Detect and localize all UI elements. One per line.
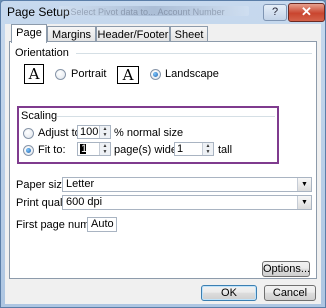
fit-to-wide-value: 1: [81, 143, 88, 155]
fit-to-wide-spin-buttons[interactable]: ▲ ▼: [99, 143, 110, 155]
print-quality-value: 600 dpi: [66, 196, 103, 208]
help-button[interactable]: ?: [263, 4, 287, 21]
portrait-label[interactable]: Portrait: [71, 68, 106, 80]
first-page-number-input[interactable]: Auto: [87, 217, 117, 232]
orientation-divider: [76, 53, 312, 54]
adjust-to-suffix: % normal size: [114, 127, 184, 139]
spin-down-icon[interactable]: ▼: [203, 149, 213, 155]
first-page-number-value: Auto: [91, 218, 114, 230]
chevron-down-icon[interactable]: ▼: [297, 178, 311, 191]
cancel-button[interactable]: Cancel: [264, 285, 316, 301]
adjust-to-value: 100: [80, 126, 99, 138]
ok-button[interactable]: OK: [201, 285, 257, 301]
adjust-to-spin-buttons[interactable]: ▲ ▼: [99, 126, 110, 138]
fit-to-tall-spinner[interactable]: 1 ▲ ▼: [174, 142, 214, 156]
page-setup-dialog: Page Setup ...Select Pivot data to... Ac…: [0, 0, 326, 308]
title-bar[interactable]: Page Setup ...Select Pivot data to... Ac…: [1, 1, 325, 23]
scaling-divider: [57, 116, 275, 117]
fit-to-tall-value: 1: [177, 143, 184, 155]
scaling-heading: Scaling: [21, 110, 58, 122]
fit-to-radio[interactable]: [23, 145, 34, 156]
fit-to-radio-dot: [26, 148, 31, 153]
tall-label: tall: [218, 144, 233, 156]
orientation-heading: Orientation: [15, 47, 69, 59]
page-tab-panel: Orientation A Portrait A Landscape Scali…: [9, 41, 317, 279]
tab-page[interactable]: Page: [11, 24, 47, 43]
tab-sheet[interactable]: Sheet: [170, 26, 208, 42]
spin-down-icon[interactable]: ▼: [100, 132, 110, 138]
portrait-glyph-icon: A: [24, 64, 44, 84]
spin-down-icon[interactable]: ▼: [100, 149, 110, 155]
landscape-glyph-icon: A: [117, 66, 139, 84]
landscape-radio[interactable]: [150, 69, 161, 80]
paper-size-value: Letter: [66, 178, 95, 190]
landscape-label[interactable]: Landscape: [165, 68, 219, 80]
blurred-background-title: ...Select Pivot data to... Account Numbe…: [59, 6, 249, 17]
chevron-down-icon[interactable]: ▼: [297, 196, 311, 209]
print-quality-select[interactable]: 600 dpi ▼: [62, 195, 312, 210]
fit-to-wide-spinner[interactable]: 1 ▲ ▼: [77, 142, 111, 156]
tab-header-footer[interactable]: Header/Footer: [96, 26, 170, 42]
adjust-to-spinner[interactable]: 100 ▲ ▼: [77, 125, 111, 139]
fit-to-tall-spin-buttons[interactable]: ▲ ▼: [202, 143, 213, 155]
close-button[interactable]: ✕: [288, 3, 325, 22]
fit-to-label[interactable]: Fit to:: [38, 144, 66, 156]
dialog-body: Page Margins Header/Footer Sheet Orienta…: [5, 24, 321, 304]
options-button[interactable]: Options...: [262, 261, 310, 277]
tab-margins[interactable]: Margins: [47, 26, 96, 42]
adjust-to-radio[interactable]: [23, 128, 34, 139]
paper-size-select[interactable]: Letter ▼: [62, 177, 312, 192]
landscape-radio-dot: [153, 72, 158, 77]
portrait-radio[interactable]: [55, 69, 66, 80]
